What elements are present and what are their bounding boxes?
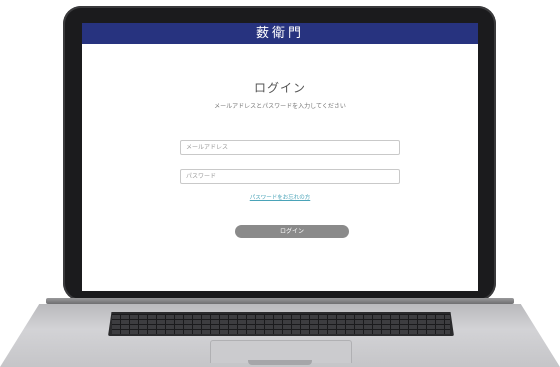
login-button[interactable]: ログイン	[235, 225, 349, 238]
forgot-password-link[interactable]: パスワードをお忘れの方	[82, 193, 478, 201]
laptop-screen: 薮衛門 ログイン メールアドレスとパスワードを入力してください パスワードをお忘…	[82, 23, 478, 291]
password-field[interactable]	[180, 169, 400, 184]
page-title: ログイン	[253, 81, 306, 95]
laptop-notch	[248, 360, 312, 365]
laptop-keyboard	[108, 312, 454, 336]
page-subtitle: メールアドレスとパスワードを入力してください	[214, 103, 346, 110]
header-bar: 薮衛門	[82, 23, 478, 44]
keyboard-keys	[112, 314, 450, 334]
laptop-hinge	[46, 298, 514, 304]
email-field[interactable]	[180, 140, 400, 155]
brand-logo: 薮衛門	[255, 26, 304, 41]
